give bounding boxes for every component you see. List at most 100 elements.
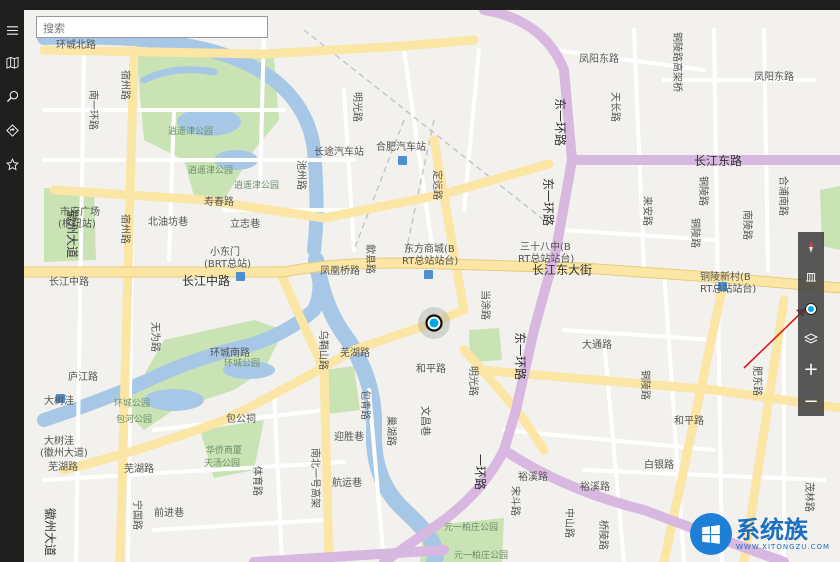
place-label: 长途汽车站	[314, 145, 364, 158]
road-label: 铜陵路	[697, 176, 710, 206]
map-canvas[interactable]: 长江东路 长江东大街 长江中路 长江中路 环城北路 环城南路 芜湖路 芜湖路 芜…	[24, 10, 840, 562]
road-label: 宋斗路	[509, 486, 522, 516]
park-label: 逍遥津公园	[234, 179, 279, 191]
place-label: (BRT总站)	[204, 257, 251, 270]
road-label: 北油坊巷	[148, 215, 188, 228]
search-box[interactable]	[36, 16, 268, 39]
road-label: 天长路	[609, 92, 622, 122]
watermark-url: WWW.XITONGZU.COM	[736, 543, 831, 551]
road-label: 南北一号高架	[309, 448, 322, 508]
road-label: 明光路	[467, 366, 480, 396]
road-label: 肥东路	[751, 366, 764, 396]
map-controls: 皿 + −	[798, 232, 824, 416]
road-label: 凤阳东路	[579, 52, 619, 65]
road-label: 凤阳东路	[754, 70, 794, 83]
road-label: 铜陵路高架桥	[671, 32, 684, 92]
menu-icon[interactable]	[0, 16, 24, 44]
place-label: 铜陵新村(B	[700, 270, 751, 283]
road-label: 无为路	[149, 322, 162, 352]
park-label: 逍遥津公园	[188, 164, 233, 176]
place-label: 三十八中(B	[520, 240, 571, 253]
road-label: 白银路	[644, 458, 674, 471]
place-label: 东方商城(B	[404, 242, 455, 255]
place-label: 小东门	[210, 245, 240, 258]
park-label: 逍遥津公园	[168, 125, 213, 137]
road-label: 东一环路	[541, 178, 556, 226]
road-label: 徽州大道	[43, 508, 58, 556]
favorites-icon[interactable]	[0, 150, 24, 178]
park-label: 包河公园	[116, 413, 152, 425]
road-label: 裕溪路	[580, 480, 610, 493]
road-label: 南一环路	[87, 90, 100, 130]
park-label: 元一柏庄公园	[444, 521, 498, 533]
road-label: 裕溪路	[518, 470, 548, 483]
road-label: 池州路	[295, 160, 308, 190]
place-label: 包公祠	[226, 412, 256, 425]
directions-icon[interactable]	[0, 116, 24, 144]
locate-me-icon[interactable]	[798, 294, 824, 324]
road-label: 大通路	[582, 338, 612, 351]
watermark-title: 系统族	[736, 516, 808, 544]
road-label: 迎胜巷	[334, 431, 364, 443]
place-label: RT总站站台)	[518, 252, 574, 265]
park-label: 环城公园	[114, 398, 150, 409]
road-label: 歙县路	[364, 244, 377, 274]
place-label: (徽州大道)	[40, 446, 88, 459]
park-label: 元一柏庄公园	[454, 549, 508, 561]
road-label: 中山路	[563, 508, 576, 538]
title-bar	[0, 0, 840, 10]
place-label: RT总站站台)	[700, 282, 756, 295]
road-label: 巢湖路	[385, 416, 398, 446]
road-label: 定远路	[431, 170, 444, 200]
road-label: 长江东大街	[532, 263, 592, 277]
layers-icon[interactable]	[798, 324, 824, 354]
park-label: 天汤公园	[204, 458, 240, 469]
road-label: 当涂路	[479, 290, 492, 320]
place-label: 合肥汽车站	[376, 140, 426, 153]
road-label: 铜陵路	[639, 370, 652, 400]
watermark: 系统族 WWW.XITONGZU.COM	[690, 506, 840, 562]
road-label: 凤凰桥路	[320, 264, 360, 277]
road-label: 环城北路	[56, 38, 96, 51]
road-label: 环城南路	[210, 346, 250, 359]
road-label: 长江东路	[694, 153, 742, 168]
place-label: 大树洼	[44, 434, 74, 447]
place-label: RT总站站台)	[402, 254, 458, 267]
park-label: 环城公园	[224, 358, 260, 369]
road-label: 体育路	[251, 466, 264, 496]
road-label: 航运巷	[332, 476, 362, 489]
road-label: 宿州路	[119, 214, 132, 244]
road-label: 明光路	[351, 92, 364, 122]
windows-logo-icon	[690, 513, 732, 555]
road-label: 一环路	[473, 454, 488, 490]
search-icon[interactable]	[0, 82, 24, 110]
road-label: 前进巷	[154, 506, 184, 519]
compass-icon[interactable]	[798, 232, 824, 262]
road-label: 和平路	[416, 362, 446, 375]
road-label: 宿州路	[119, 70, 132, 100]
road-label: 长江中路	[49, 275, 89, 288]
tilt-button[interactable]: 皿	[798, 262, 824, 292]
road-label: 长江中路	[182, 273, 230, 288]
road-label: 包青路	[359, 390, 372, 420]
place-label: 大树洼	[44, 394, 74, 407]
road-label: 合浦南路	[777, 176, 790, 216]
road-label: 芜湖路	[340, 346, 370, 359]
road-label: 文昌巷	[419, 406, 432, 436]
current-location-marker[interactable]	[418, 307, 450, 339]
nav-rail	[0, 10, 24, 562]
map-icon[interactable]	[0, 48, 24, 76]
road-label: 庐江路	[68, 370, 98, 383]
road-label: 来安路	[641, 196, 654, 226]
park-label: 华侨商厦	[206, 444, 242, 456]
road-label: 东一环路	[513, 332, 528, 380]
road-label: 乌鞘山路	[317, 330, 330, 370]
search-input[interactable]	[37, 18, 267, 39]
zoom-out-button[interactable]: −	[798, 386, 824, 416]
road-label: 宁国路	[131, 500, 144, 530]
road-label: 立志巷	[230, 217, 260, 230]
road-label: 芜湖路	[124, 462, 154, 475]
road-label: 铜陵路	[689, 218, 702, 248]
road-label: 东一环路	[553, 98, 568, 146]
zoom-in-button[interactable]: +	[798, 354, 824, 384]
